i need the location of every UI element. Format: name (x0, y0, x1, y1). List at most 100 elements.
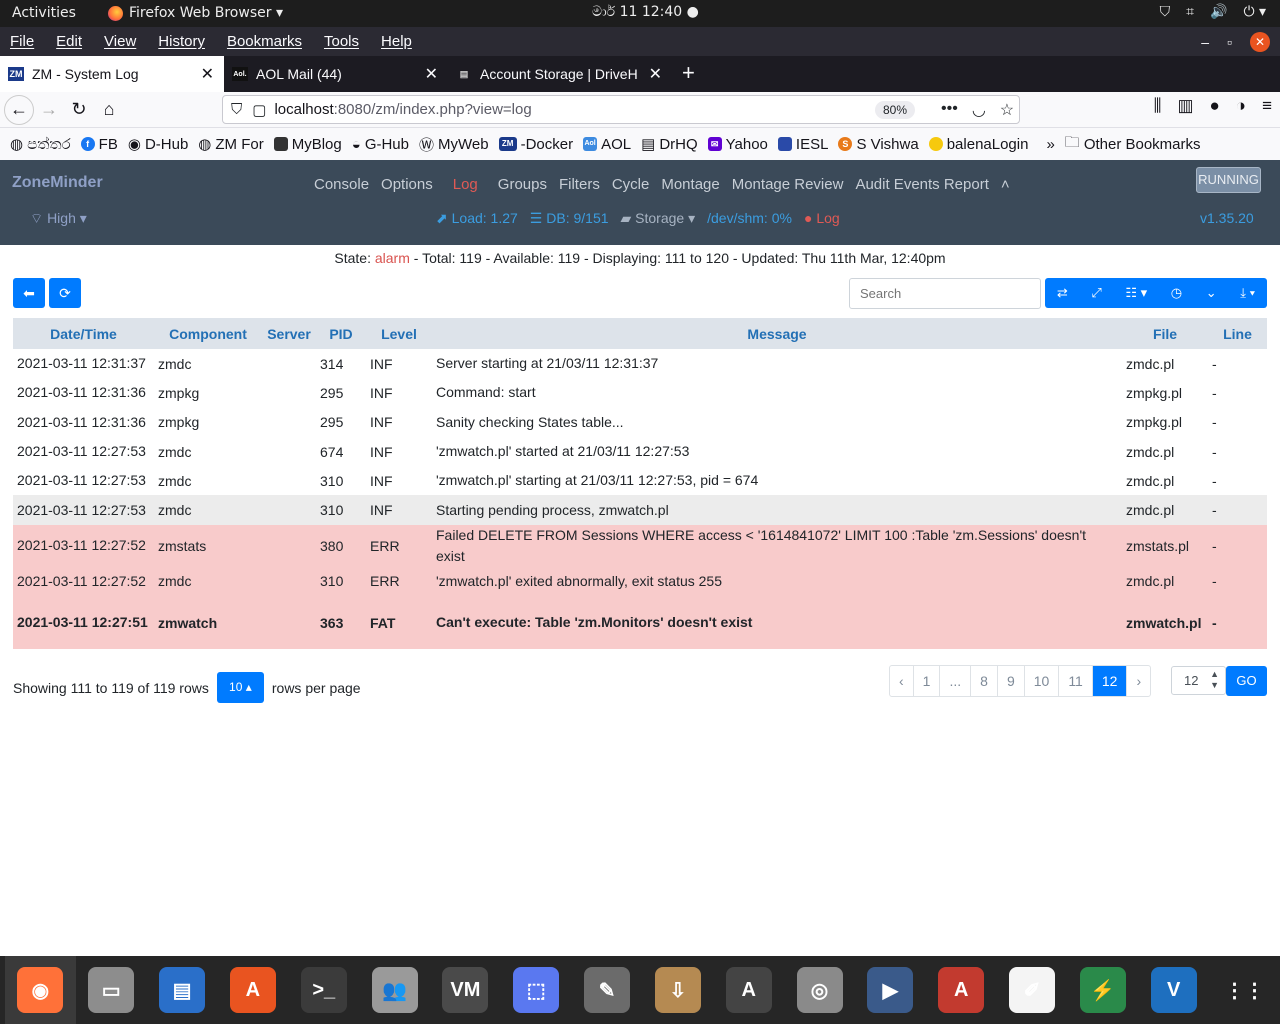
col-line[interactable]: Line (1208, 318, 1267, 349)
shield-icon[interactable]: ⛉ (1160, 4, 1171, 20)
back-icon[interactable]: ← (4, 94, 34, 125)
bookmark-item[interactable]: f FB (80, 136, 118, 153)
reload-icon[interactable]: ↻ (64, 95, 94, 125)
dock-disks[interactable]: ◎ (784, 956, 855, 1024)
search-input[interactable] (849, 278, 1041, 309)
export-icon[interactable]: ⤓ ▾ (1240, 285, 1255, 301)
bookmark-item[interactable]: ◒ G-Hub (352, 136, 409, 153)
close-tab-icon[interactable]: ✕ (425, 64, 438, 84)
dock-writer[interactable]: ▤ (147, 956, 218, 1024)
nav-groups[interactable]: Groups (498, 176, 547, 193)
dock-video[interactable]: ▶ (855, 956, 926, 1024)
dock-archive[interactable]: ⇩ (642, 956, 713, 1024)
refresh-button[interactable]: ⟳ (49, 278, 81, 308)
activities-button[interactable]: Activities (12, 5, 76, 21)
account-avatar-icon[interactable]: ● (1210, 96, 1220, 116)
new-tab-icon[interactable]: + (672, 56, 705, 92)
nav-montage-review[interactable]: Montage Review (732, 176, 844, 193)
bookmark-item[interactable]: ✉ Yahoo (707, 136, 768, 153)
page-link[interactable]: › (1126, 666, 1150, 696)
tab-aol-mail[interactable]: Aol. AOL Mail (44) ✕ (224, 56, 448, 92)
app-menu[interactable]: Firefox Web Browser ▾ (108, 5, 283, 21)
bookmark-item[interactable]: SS Vishwa (838, 136, 919, 153)
bookmark-item[interactable]: balenaLogin (928, 136, 1028, 153)
version-label[interactable]: v1.35.20 (1200, 210, 1254, 226)
dock-users[interactable]: 👥 (359, 956, 430, 1024)
dock-vm[interactable]: VM (430, 956, 501, 1024)
col-level[interactable]: Level (366, 318, 432, 349)
extension-icon[interactable]: ◑ (1236, 96, 1246, 116)
home-icon[interactable]: ⌂ (94, 95, 124, 125)
page-link[interactable]: 8 (970, 666, 997, 696)
dock-terminal[interactable]: >_ (288, 956, 359, 1024)
power-icon[interactable]: ⏻ ▾ (1243, 4, 1266, 20)
close-window-icon[interactable]: ✕ (1250, 31, 1270, 52)
forward-icon[interactable]: → (34, 95, 64, 125)
log-status-link[interactable]: ● Log (804, 210, 840, 227)
clock[interactable]: මාර් 11 12:40 ● (592, 4, 699, 20)
menu-tools[interactable]: Tools (324, 33, 359, 50)
nav-audit-events-report[interactable]: Audit Events Report (855, 176, 988, 193)
maximize-icon[interactable]: ▫ (1227, 34, 1232, 50)
bookmark-item[interactable]: Aol AOL (583, 136, 631, 153)
tracking-protection-icon[interactable]: ⛉ (231, 101, 242, 118)
storage-dropdown[interactable]: ▰ Storage ▾ (621, 210, 696, 227)
page-link[interactable]: 10 (1023, 666, 1059, 696)
page-link[interactable]: ... (939, 666, 970, 696)
menu-edit[interactable]: Edit (56, 33, 82, 50)
dock-app-grid[interactable]: ⋮⋮ (1209, 956, 1280, 1024)
nav-log[interactable]: Log (453, 176, 478, 193)
nav-filters[interactable]: Filters (559, 176, 600, 193)
bookmarks-overflow-icon[interactable]: » (1046, 136, 1054, 153)
minimize-icon[interactable]: – (1201, 34, 1209, 50)
col-pid[interactable]: PID (316, 318, 366, 349)
run-state-button[interactable]: RUNNING (1196, 167, 1261, 193)
hamburger-menu-icon[interactable]: ≡ (1262, 96, 1272, 116)
other-bookmarks[interactable]: 🗀 Other Bookmarks (1065, 132, 1201, 157)
collapse-navbar-icon[interactable]: ˄ (1001, 176, 1010, 193)
library-icon[interactable]: ⫼ (1154, 96, 1162, 116)
page-link[interactable]: 1 (912, 666, 940, 696)
url-bar[interactable]: ⛉ ▢ localhost:8080/zm/index.php?view=log… (222, 95, 1020, 124)
dock-files[interactable]: ▭ (76, 956, 147, 1024)
bookmark-star-icon[interactable]: ☆ (1000, 100, 1014, 120)
col-file[interactable]: File (1122, 318, 1208, 349)
dock-gimp[interactable]: ✎ (572, 956, 643, 1024)
toggle-icon[interactable]: ⌄ (1206, 285, 1217, 301)
col-message[interactable]: Message (432, 318, 1122, 349)
dock-screenshot[interactable]: ⬚ (501, 956, 572, 1024)
page-link[interactable]: 11 (1058, 666, 1092, 696)
sidebar-icon[interactable]: ▥ (1177, 96, 1193, 116)
go-button[interactable]: GO (1226, 666, 1267, 696)
col-server[interactable]: Server (262, 318, 316, 349)
page-link[interactable]: ‹ (890, 666, 913, 696)
bandwidth-dropdown[interactable]: ⌔ High ▾ (30, 210, 87, 228)
volume-icon[interactable]: 🔊 (1210, 4, 1227, 20)
dock-vscode[interactable]: V (1138, 956, 1209, 1024)
bookmark-item[interactable]: ZM -Docker (498, 136, 573, 153)
page-link[interactable]: 9 (996, 666, 1024, 696)
bookmark-item[interactable]: ◍ ZM For (198, 135, 263, 154)
dock-power[interactable]: ⚡ (1067, 956, 1138, 1024)
page-link[interactable]: 12 (1091, 666, 1127, 696)
nav-options[interactable]: Options (381, 176, 433, 193)
bookmark-item[interactable]: ◉ D-Hub (128, 135, 188, 154)
goto-page-input[interactable]: 12 ▲ ▼ (1171, 666, 1226, 695)
nav-console[interactable]: Console (314, 176, 369, 193)
menu-bookmarks[interactable]: Bookmarks (227, 33, 302, 50)
fullscreen-icon[interactable]: ⤢ (1091, 285, 1101, 301)
auto-refresh-icon[interactable]: ◷ (1171, 285, 1182, 301)
network-icon[interactable]: ⌗ (1186, 4, 1194, 20)
page-size-dropdown[interactable]: 10 ▴ (216, 672, 264, 703)
close-tab-icon[interactable]: ✕ (649, 64, 662, 84)
menu-file[interactable]: File (10, 33, 34, 50)
columns-icon[interactable]: ☷ ▾ (1125, 285, 1147, 301)
dock-software[interactable]: A (217, 956, 288, 1024)
menu-history[interactable]: History (158, 33, 205, 50)
dock-updater[interactable]: A (713, 956, 784, 1024)
bookmark-item[interactable]: Ⓦ MyWeb (419, 134, 489, 155)
page-info-icon[interactable]: ▢ (252, 101, 266, 119)
nav-montage[interactable]: Montage (661, 176, 719, 193)
close-tab-icon[interactable]: ✕ (201, 64, 214, 84)
tab-account-storage[interactable]: ▤ Account Storage | DriveH ✕ (448, 56, 672, 92)
